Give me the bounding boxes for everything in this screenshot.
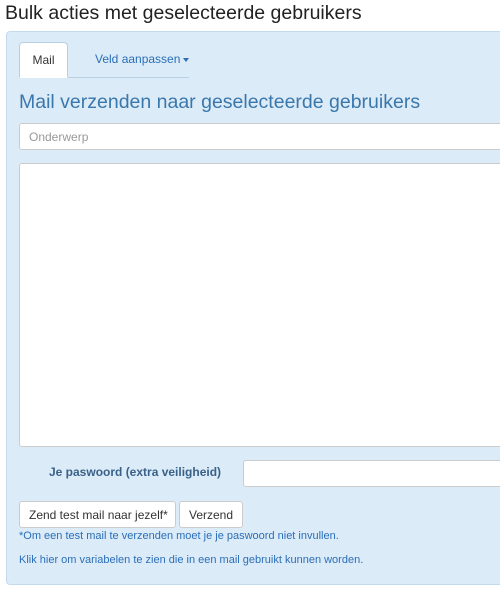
tab-mail-label: Mail [32,53,55,67]
tab-mail[interactable]: Mail [19,42,68,78]
show-variables-link[interactable]: Klik hier om variabelen te zien die in e… [19,554,363,566]
mail-section-heading: Mail verzenden naar geselecteerde gebrui… [19,91,421,113]
send-test-mail-button[interactable]: Zend test mail naar jezelf* [19,501,176,528]
tab-bar: Mail Veld aanpassen [19,42,190,78]
password-label: Je paswoord (extra veiligheid) [49,465,222,479]
tab-veld-aanpassen[interactable]: Veld aanpassen [83,42,201,77]
caret-down-icon [183,57,190,62]
test-mail-note: *Om een test mail te verzenden moet je j… [19,530,339,542]
bulk-actions-panel: Mail Veld aanpassen Mail verzenden naar … [6,31,500,585]
mail-body-textarea[interactable] [19,163,500,447]
page-title: Bulk acties met geselecteerde gebruikers [5,2,362,24]
send-button[interactable]: Verzend [179,501,243,528]
password-input[interactable] [243,460,500,487]
subject-input[interactable] [19,123,500,150]
tab-veld-aanpassen-label: Veld aanpassen [95,52,181,66]
